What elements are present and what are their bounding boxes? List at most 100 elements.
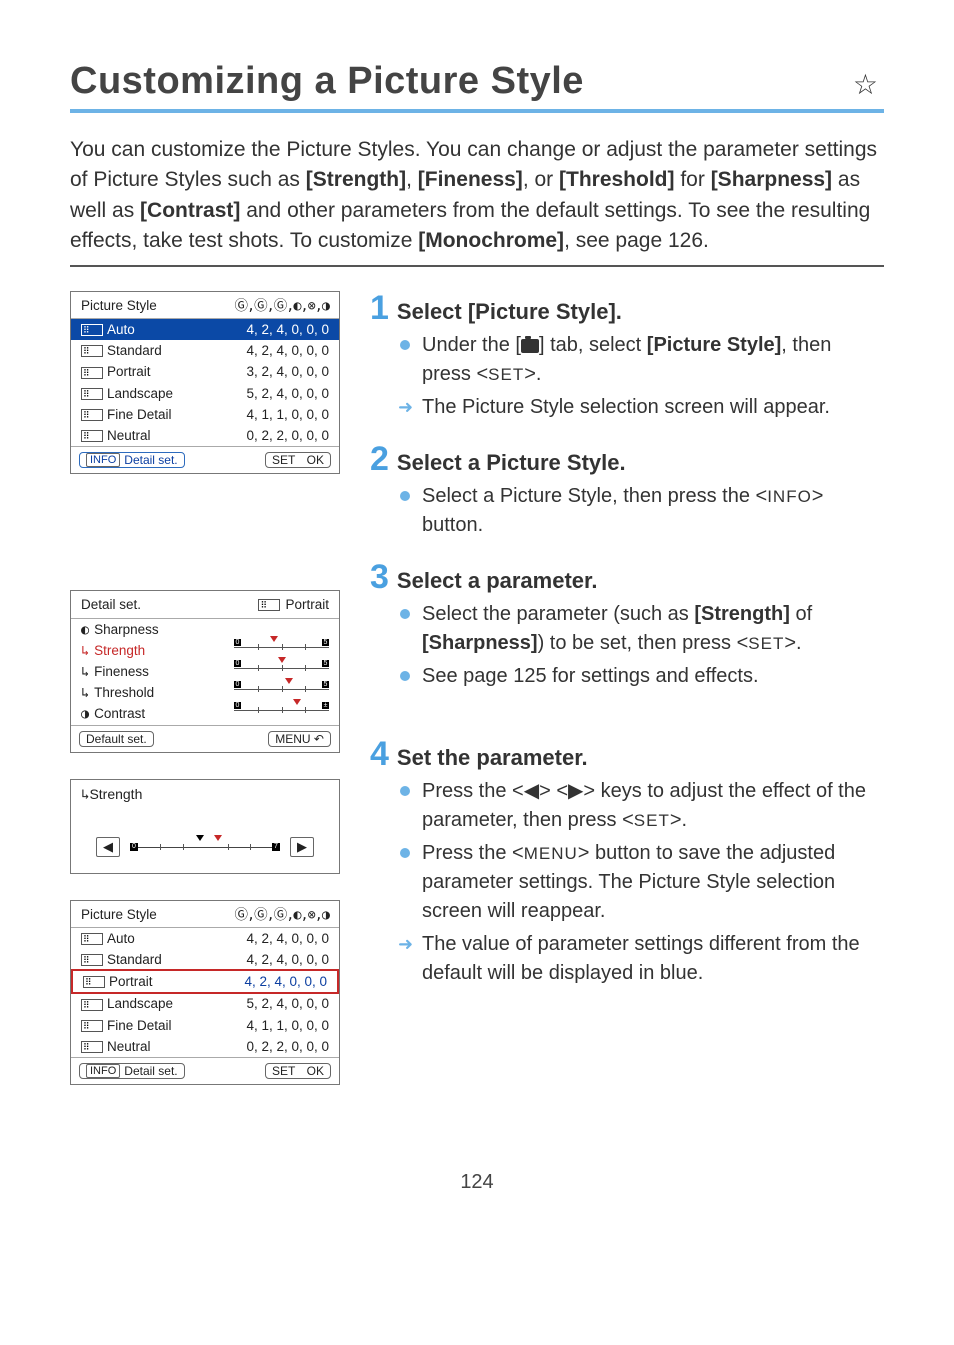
picture-style-icon <box>81 1020 103 1032</box>
style-label: Fine Detail <box>107 406 172 424</box>
picture-style-icon <box>81 324 103 336</box>
info-detail-set-button[interactable]: INFO Detail set. <box>79 452 185 468</box>
param-label: Contrast <box>94 705 145 723</box>
picture-style-row[interactable]: Fine Detail 4, 1, 1, 0, 0, 0 <box>71 404 339 425</box>
picture-style-row[interactable]: Auto4, 2, 4, 0, 0, 0 <box>71 319 339 340</box>
strength-adjust-screen: ↳Strength ◀ 0 7 ▶ <box>70 779 340 874</box>
step-1: 1 Select [Picture Style]. Under the [] t… <box>370 291 884 422</box>
style-values: 4, 1, 1, 0, 0, 0 <box>246 406 329 424</box>
default-set-button[interactable]: Default set. <box>79 731 154 747</box>
strength-slider[interactable]: 0 7 <box>130 840 280 854</box>
step-number-2: 2 <box>370 442 389 476</box>
parameter-row[interactable]: ↳ Fineness 05 <box>71 661 339 682</box>
panel2-header-icons: Ⓖ,Ⓖ,Ⓖ,◐,⊗,◑ <box>234 906 329 924</box>
style-values: 4, 2, 4, 0, 0, 0 <box>246 342 329 360</box>
style-values: 0, 2, 2, 0, 0, 0 <box>246 427 329 445</box>
title-underline <box>70 109 884 113</box>
picture-style-row[interactable]: Landscape 5, 2, 4, 0, 0, 0 <box>71 993 339 1014</box>
picture-style-row[interactable]: Standard 4, 2, 4, 0, 0, 0 <box>71 949 339 970</box>
style-label: Neutral <box>107 427 151 445</box>
info-detail-set-button-2[interactable]: INFO Detail set. <box>79 1063 185 1079</box>
section-rule <box>70 265 884 267</box>
detail-set-screen: Detail set. Portrait ◐ Sharpness ↳ Strength… <box>70 590 340 752</box>
detail-header-right: Portrait <box>285 596 329 614</box>
style-label: Auto <box>107 930 135 948</box>
increase-button[interactable]: ▶ <box>290 837 314 857</box>
step1-bullet1: Under the [] tab, select [Picture Style]… <box>400 331 884 389</box>
picture-style-row[interactable]: Auto 4, 2, 4, 0, 0, 0 <box>71 928 339 949</box>
param-icon: ◐ <box>81 621 89 639</box>
parameter-meter: 05 <box>234 642 329 652</box>
page-number: 124 <box>70 1171 884 1194</box>
style-values: 4, 2, 4, 0, 0, 0 <box>246 930 329 948</box>
param-label: Sharpness <box>94 621 159 639</box>
picture-style-icon <box>258 599 280 611</box>
style-label: Landscape <box>107 385 173 403</box>
set-ok-button-2[interactable]: SET OK <box>265 1063 331 1079</box>
style-values: 5, 2, 4, 0, 0, 0 <box>246 385 329 403</box>
param-icon: ↳ <box>81 642 89 660</box>
picture-style-row[interactable]: Fine Detail4, 1, 1, 0, 0, 0 <box>71 1015 339 1036</box>
parameter-row[interactable]: ↳ Strength 05 <box>71 640 339 661</box>
panel2-header-left: Picture Style <box>81 906 157 924</box>
picture-style-row[interactable]: Standard4, 2, 4, 0, 0, 0 <box>71 340 339 361</box>
picture-style-icon <box>81 999 103 1011</box>
style-values: 4, 2, 4, 0, 0, 0 <box>246 951 329 969</box>
param-label: Fineness <box>94 663 149 681</box>
picture-style-row[interactable]: Neutral 0, 2, 2, 0, 0, 0 <box>71 1036 339 1057</box>
set-ok-button[interactable]: SET OK <box>265 452 331 468</box>
intro-paragraph: You can customize the Picture Styles. Yo… <box>70 135 884 257</box>
parameter-row[interactable]: ◐ Sharpness <box>71 619 339 640</box>
picture-style-row[interactable]: Portrait 4, 2, 4, 0, 0, 0 <box>71 969 339 994</box>
picture-style-icon <box>81 409 103 421</box>
style-values: 5, 2, 4, 0, 0, 0 <box>246 995 329 1013</box>
step4-bullet3: The value of parameter settings differen… <box>400 930 884 988</box>
step2-bullet1: Select a Picture Style, then press the <… <box>400 482 884 540</box>
picture-style-icon <box>81 933 103 945</box>
panel1-header-icons: Ⓖ,Ⓖ,Ⓖ,◐,⊗,◑ <box>234 297 329 315</box>
parameter-meter: 05 <box>234 663 329 673</box>
step-number-1: 1 <box>370 291 389 325</box>
style-label: Neutral <box>107 1038 151 1056</box>
picture-style-icon <box>81 954 103 966</box>
picture-style-row[interactable]: Portrait 3, 2, 4, 0, 0, 0 <box>71 361 339 382</box>
decrease-button[interactable]: ◀ <box>96 837 120 857</box>
menu-back-button[interactable]: MENU ↶ <box>268 731 331 747</box>
picture-style-icon <box>81 1041 103 1053</box>
style-label: Landscape <box>107 995 173 1013</box>
step-title-3: Select a parameter. <box>397 568 598 594</box>
step4-bullet2: Press the <MENU> button to save the adju… <box>400 839 884 926</box>
param-icon: ↳ <box>81 663 89 681</box>
param-label: Threshold <box>94 684 154 702</box>
param-icon: ◑ <box>81 705 89 723</box>
style-values: 0, 2, 2, 0, 0, 0 <box>246 1038 329 1056</box>
style-label: Fine Detail <box>107 1017 172 1035</box>
picture-style-row[interactable]: Landscape 5, 2, 4, 0, 0, 0 <box>71 383 339 404</box>
picture-style-icon <box>81 388 103 400</box>
step3-bullet2: See page 125 for settings and effects. <box>400 662 884 691</box>
style-label: Auto <box>107 321 135 339</box>
parameter-row[interactable]: ◑Contrast0± <box>71 703 339 724</box>
style-values: 4, 2, 4, 0, 0, 0 <box>244 973 327 991</box>
style-label: Portrait <box>107 363 151 381</box>
parameter-meter: 05 <box>234 684 329 694</box>
picture-style-screen-2: Picture Style Ⓖ,Ⓖ,Ⓖ,◐,⊗,◑ Auto 4, 2, 4, 0… <box>70 900 340 1086</box>
step3-bullet1: Select the parameter (such as [Strength]… <box>400 600 884 658</box>
picture-style-screen-1: Picture Style Ⓖ,Ⓖ,Ⓖ,◐,⊗,◑ Auto4, 2, 4, 0… <box>70 291 340 475</box>
step-title-2: Select a Picture Style. <box>397 450 626 476</box>
picture-style-row[interactable]: Neutral 0, 2, 2, 0, 0, 0 <box>71 425 339 446</box>
style-label: Standard <box>107 951 162 969</box>
style-label: Portrait <box>109 973 153 991</box>
step-3: 3 Select a parameter. Select the paramet… <box>370 560 884 691</box>
step-4: 4 Set the parameter. Press the <◀> <▶> k… <box>370 737 884 988</box>
style-values: 3, 2, 4, 0, 0, 0 <box>246 363 329 381</box>
param-icon: ↳ <box>81 684 89 702</box>
step-2: 2 Select a Picture Style. Select a Pictu… <box>370 442 884 540</box>
step-title-1: Select [Picture Style]. <box>397 299 622 325</box>
step-title-4: Set the parameter. <box>397 745 588 771</box>
detail-header-left: Detail set. <box>81 596 141 614</box>
param-label: Strength <box>94 642 145 660</box>
picture-style-icon <box>81 367 103 379</box>
star-icon: ☆ <box>853 68 878 101</box>
step-number-4: 4 <box>370 737 389 771</box>
